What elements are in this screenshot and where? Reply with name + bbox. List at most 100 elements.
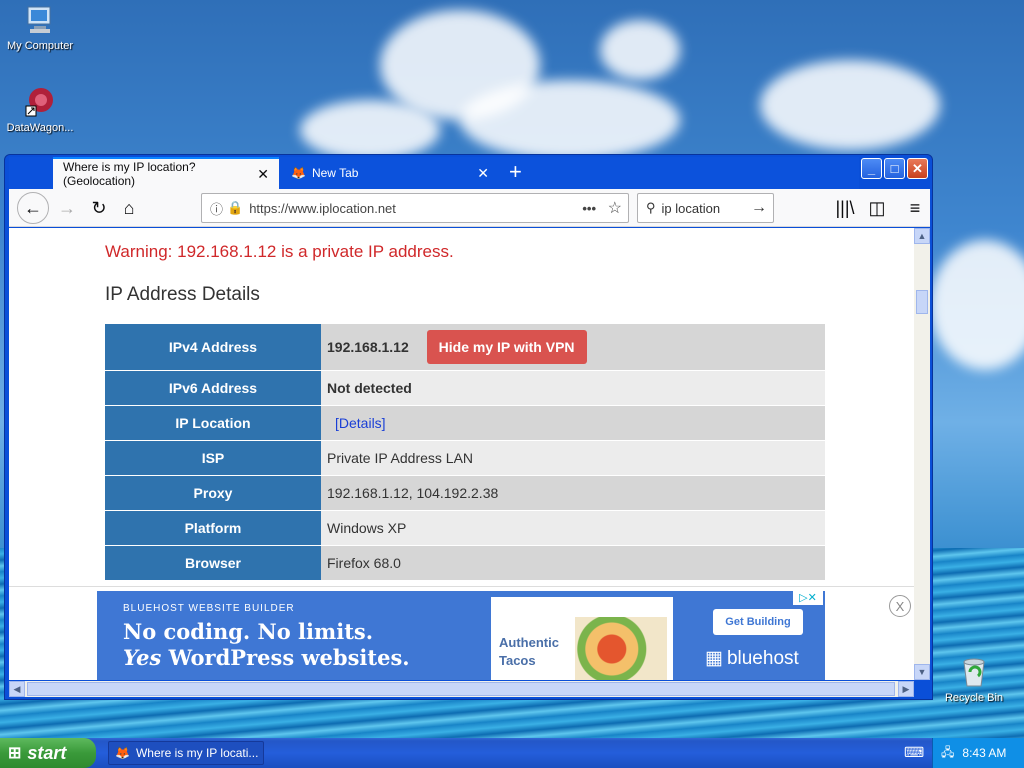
library-icon[interactable]: |||\ — [831, 194, 859, 222]
close-window-button[interactable]: ✕ — [907, 158, 928, 179]
ad-banner-bar: BLUEHOST WEBSITE BUILDER No coding. No l… — [9, 586, 914, 680]
grid-icon: ▦ — [705, 648, 723, 669]
row-value: Windows XP — [321, 510, 825, 546]
tab-iplocation[interactable]: Where is my IP location? (Geolocation) ✕ — [53, 157, 279, 189]
firefox-icon: 🦊 — [291, 166, 306, 180]
datawagon-icon — [24, 86, 56, 118]
ipv4-value: 192.168.1.12 — [327, 338, 409, 355]
close-tab-icon[interactable]: ✕ — [477, 165, 489, 182]
table-row: Platform Windows XP — [105, 510, 825, 546]
ad-site-mockup: Authentic Tacos — [491, 597, 673, 680]
navigation-toolbar: ← → ↻ ⌂ ⓘ 🔒 https://www.iplocation.net •… — [9, 189, 930, 227]
row-value: Firefox 68.0 — [321, 545, 825, 581]
close-tab-icon[interactable]: ✕ — [257, 166, 269, 183]
network-icon[interactable]: 🖧 — [941, 743, 954, 764]
table-row: Proxy 192.168.1.12, 104.192.2.38 — [105, 475, 825, 511]
minimize-button[interactable]: _ — [861, 158, 882, 179]
recycle-bin-icon — [958, 656, 990, 688]
row-key: Platform — [105, 510, 321, 546]
system-tray: 🖧 8:43 AM — [932, 738, 1024, 768]
close-ad-button[interactable]: X — [889, 595, 911, 617]
desktop-icon-label: Recycle Bin — [944, 692, 1004, 704]
details-link[interactable]: [Details] — [335, 415, 386, 431]
ad-food-image — [575, 617, 667, 680]
cloud — [930, 240, 1024, 370]
row-key: IP Location — [105, 405, 321, 441]
hide-ip-vpn-button[interactable]: Hide my IP with VPN — [426, 329, 587, 364]
get-building-button[interactable]: Get Building — [713, 609, 803, 635]
tab-bar: Where is my IP location? (Geolocation) ✕… — [9, 157, 859, 189]
start-button[interactable]: ⊞ start — [0, 738, 96, 768]
row-value: Not detected — [321, 370, 825, 406]
scroll-left-icon[interactable]: ◀ — [9, 681, 25, 697]
page-actions-icon[interactable]: ••• — [582, 201, 596, 216]
bluehost-logo: ▦ bluehost — [705, 647, 799, 670]
menu-icon[interactable]: ≡ — [901, 194, 929, 222]
ad-mockup-text-1: Authentic — [499, 635, 559, 650]
search-icon: ⚲ — [646, 200, 656, 215]
table-row: ISP Private IP Address LAN — [105, 440, 825, 476]
cloud — [760, 60, 940, 150]
ad-headline-2-em: Yes — [123, 645, 162, 670]
scroll-right-icon[interactable]: ▶ — [898, 681, 914, 697]
info-icon[interactable]: ⓘ — [210, 199, 223, 218]
ad-mockup-text-2: Tacos — [499, 653, 536, 668]
private-ip-warning: Warning: 192.168.1.12 is a private IP ad… — [105, 242, 454, 261]
tab-new-tab[interactable]: 🦊 New Tab ✕ — [281, 157, 499, 189]
table-row: Browser Firefox 68.0 — [105, 545, 825, 581]
ad-headline-1: No coding. No limits. — [123, 619, 374, 644]
ip-details-table: IPv4 Address 192.168.1.12 Hide my IP wit… — [105, 324, 825, 581]
row-value: [Details] — [321, 405, 825, 441]
firefox-icon: 🦊 — [115, 746, 130, 760]
scroll-thumb[interactable] — [27, 682, 895, 696]
desktop-icon-label: My Computer — [6, 40, 74, 52]
row-key: Proxy — [105, 475, 321, 511]
row-value: 192.168.1.12, 104.192.2.38 — [321, 475, 825, 511]
cloud — [300, 100, 440, 160]
scroll-down-icon[interactable]: ▼ — [914, 664, 930, 680]
taskbar: ⊞ start 🦊 Where is my IP locati... ⌨ 🖧 8… — [0, 738, 1024, 768]
table-row: IPv4 Address 192.168.1.12 Hide my IP wit… — [105, 324, 825, 371]
desktop-icon-recycle-bin[interactable]: Recycle Bin — [934, 656, 1014, 704]
vertical-scrollbar[interactable]: ▲ ▼ — [914, 228, 930, 680]
page-content: Warning: 192.168.1.12 is a private IP ad… — [9, 228, 914, 680]
row-key: IPv6 Address — [105, 370, 321, 406]
keyboard-icon[interactable]: ⌨ — [904, 744, 924, 761]
tab-label: Where is my IP location? (Geolocation) — [63, 160, 196, 188]
search-go-icon[interactable]: → — [751, 199, 767, 217]
desktop-icon-my-computer[interactable]: My Computer — [0, 4, 80, 52]
sidebar-toggle-icon[interactable]: ◫ — [863, 194, 891, 222]
scroll-thumb[interactable] — [916, 290, 928, 314]
scroll-up-icon[interactable]: ▲ — [914, 228, 930, 244]
search-bar[interactable]: ⚲ ip location → — [637, 193, 774, 223]
home-button[interactable]: ⌂ — [115, 194, 143, 222]
clock: 8:43 AM — [962, 746, 1007, 760]
browser-window: Where is my IP location? (Geolocation) ✕… — [4, 154, 933, 700]
desktop-icon-datawagon[interactable]: DataWagon... — [0, 86, 80, 134]
brand-name: bluehost — [726, 647, 799, 669]
maximize-button[interactable]: □ — [884, 158, 905, 179]
forward-button[interactable]: → — [53, 194, 81, 222]
new-tab-button[interactable]: + — [509, 159, 522, 185]
ad-headline-2: Yes WordPress websites. — [123, 645, 410, 670]
start-label: start — [27, 742, 67, 763]
taskbar-item-firefox[interactable]: 🦊 Where is my IP locati... — [108, 741, 264, 765]
reload-button[interactable]: ↻ — [85, 194, 113, 222]
row-value: 192.168.1.12 Hide my IP with VPN — [321, 324, 825, 371]
section-title: IP Address Details — [105, 284, 260, 305]
back-button[interactable]: ← — [17, 192, 49, 224]
ad-choices-icon[interactable]: ▷✕ — [793, 591, 823, 605]
horizontal-scrollbar[interactable]: ◀ ▶ — [9, 681, 914, 697]
row-value: Private IP Address LAN — [321, 440, 825, 476]
insecure-lock-icon[interactable]: 🔒 — [227, 200, 243, 216]
ipv6-value: Not detected — [327, 379, 412, 396]
ad-eyebrow: BLUEHOST WEBSITE BUILDER — [123, 603, 295, 614]
search-input[interactable]: ip location — [662, 201, 721, 216]
bookmark-star-icon[interactable]: ☆ — [608, 198, 622, 218]
address-bar[interactable]: ⓘ 🔒 https://www.iplocation.net ••• ☆ — [201, 193, 629, 223]
row-key: Browser — [105, 545, 321, 581]
bluehost-ad[interactable]: BLUEHOST WEBSITE BUILDER No coding. No l… — [97, 591, 825, 680]
desktop-icon-label: DataWagon... — [6, 122, 74, 134]
cloud — [460, 80, 680, 160]
computer-icon — [24, 4, 56, 36]
